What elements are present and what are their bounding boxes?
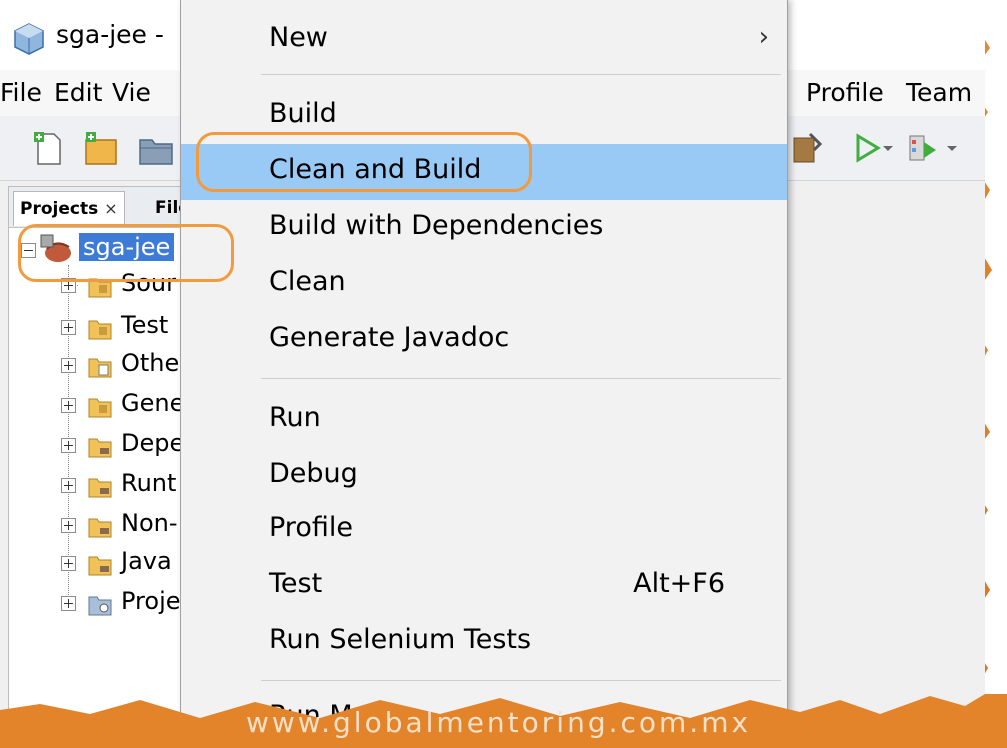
library-folder-icon [88,438,112,458]
new-project-icon[interactable] [80,128,120,168]
submenu-arrow-icon: › [758,22,769,52]
package-folder-icon [88,320,112,340]
menu-team[interactable]: Team [906,78,972,107]
tab-projects-label: Projects [20,199,99,219]
tree-item-label: Runt [121,469,177,497]
expand-icon[interactable] [61,518,76,533]
context-menu: New › Build Clean and Build Build with D… [180,0,788,731]
new-file-icon[interactable] [28,128,68,168]
tree-item-label: Othe [121,349,180,377]
menu-profile[interactable]: Profile [806,78,884,107]
menu-item-label: Debug [269,458,358,489]
menu-item-test[interactable]: Test Alt+F6 [181,558,787,614]
tree-item-label: Java [121,547,172,575]
menu-item-label: Build with Dependencies [269,210,604,241]
watermark-text: www.globalmentoring.com.mx [246,706,752,739]
library-folder-icon [88,478,112,498]
expand-icon[interactable] [61,478,76,493]
menu-view[interactable]: Vie [112,78,151,107]
tab-projects[interactable]: Projects × [13,191,125,226]
menu-item-label: Build [269,98,337,129]
expand-icon[interactable] [61,556,76,571]
menu-item-run[interactable]: Run [181,392,787,448]
clean-build-icon[interactable] [786,128,826,168]
expand-icon[interactable] [61,596,76,611]
open-project-icon[interactable] [136,128,176,168]
menu-item-new[interactable]: New › [181,12,787,68]
menu-item-shortcut: Alt+F6 [633,568,725,599]
tree-item-label: Proje [121,587,181,615]
netbeans-cube-icon [14,23,44,55]
library-folder-icon [88,556,112,576]
menu-item-run-selenium-tests[interactable]: Run Selenium Tests [181,614,787,670]
debug-icon[interactable] [902,128,942,168]
menu-item-build-with-dependencies[interactable]: Build with Dependencies [181,200,787,256]
highlight-ring-project [18,224,234,282]
package-folder-icon [88,398,112,418]
menu-item-label: Profile [269,512,353,543]
menu-separator [261,74,781,75]
menu-separator [261,378,781,379]
run-dropdown-icon[interactable] [880,128,896,168]
menu-edit[interactable]: Edit [54,78,102,107]
menu-item-label: Generate Javadoc [269,322,510,353]
tree-item-label: Depe [121,429,185,457]
tree-item-label: Non- [121,509,178,537]
debug-dropdown-icon[interactable] [944,128,960,168]
menu-item-debug[interactable]: Debug [181,448,787,504]
tree-item-label: Gene [121,389,185,417]
project-files-folder-icon [88,596,112,616]
tree-item-label: Test [121,311,169,339]
menu-item-generate-javadoc[interactable]: Generate Javadoc [181,312,787,368]
menu-item-label: Test [269,568,323,599]
menu-file[interactable]: File [0,78,42,107]
window-title: sga-jee - [56,20,164,49]
ide-window: sga-jee - File Edit Vie Profile Team Pro… [0,0,985,731]
menu-item-label: Clean [269,266,346,297]
menu-item-label: New [269,22,328,53]
library-folder-icon [88,518,112,538]
menu-item-clean[interactable]: Clean [181,256,787,312]
tab-close-icon[interactable]: × [104,199,117,218]
resources-folder-icon [88,358,112,378]
expand-icon[interactable] [61,358,76,373]
expand-icon[interactable] [61,398,76,413]
menu-item-profile[interactable]: Profile [181,502,787,558]
menu-item-label: Run [269,402,321,433]
menu-item-label: Run Selenium Tests [269,624,532,655]
expand-icon[interactable] [61,320,76,335]
expand-icon[interactable] [61,438,76,453]
highlight-ring-clean-and-build [196,132,532,192]
